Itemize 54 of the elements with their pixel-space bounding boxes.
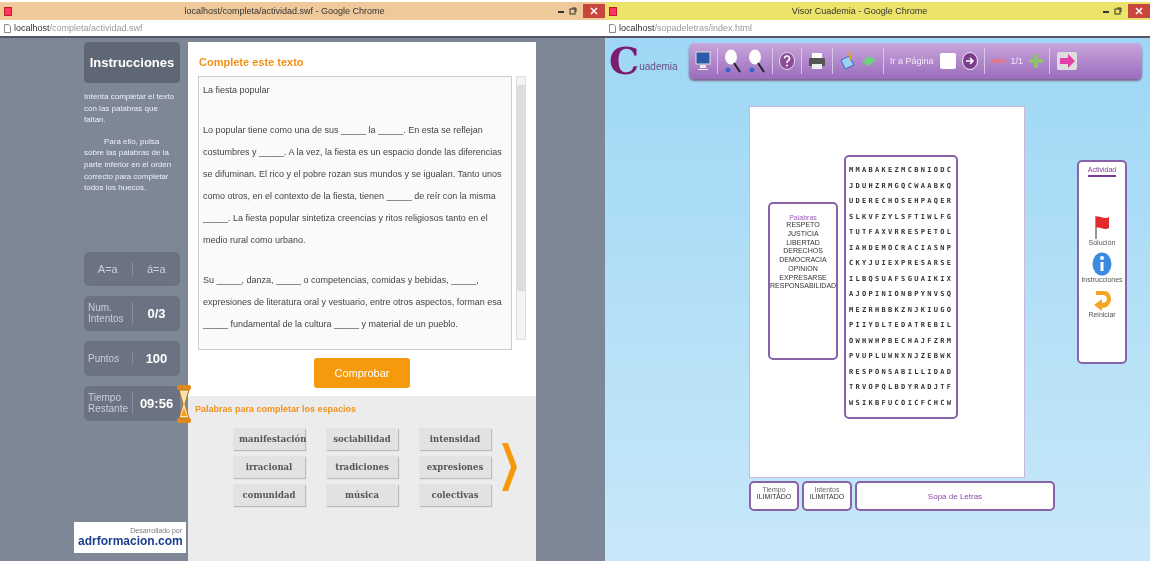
word-chip[interactable]: música — [326, 484, 398, 506]
word-chip[interactable]: manifestación — [233, 428, 305, 450]
url-text[interactable]: localhost/sopadeletras/index.html — [619, 23, 753, 33]
activity-title: Sopa de Letras — [855, 481, 1055, 511]
url-text[interactable]: localhost/completa/actividad.swf — [14, 23, 143, 33]
stat-value: 09:56 — [138, 395, 175, 411]
stat-value: 100 — [144, 350, 169, 366]
word-chip[interactable]: comunidad — [233, 484, 305, 506]
paint-icon[interactable] — [839, 52, 855, 70]
close-icon[interactable] — [1128, 4, 1150, 18]
paragraph: Lo popular tiene como una de sus _____ la _____. En esta se reflejan costumbres y _____. A la vez, la fiesta es un espacio donde las diferencias se difuminan. El rico y el pobre rozan sus mundos y se igualan. Tanto unos como otros, en el contexto de la fiesta, tienen _____ de reír con la misma _____. La fiesta popular sintetiza creencias y ritos religiosos tanto en el medio rural como urbano. — [203, 124, 503, 247]
scrollbar[interactable] — [516, 76, 526, 340]
word-chip[interactable]: irracional — [233, 456, 305, 478]
brand-name: adrformacion.com — [78, 534, 182, 548]
window-title: Visor Cuademia - Google Chrome — [790, 6, 929, 16]
instructions-text: Intenta completar el texto con las palabras que faltan. — [84, 91, 175, 126]
info-icon — [1092, 252, 1112, 276]
close-icon[interactable] — [583, 4, 605, 18]
instructions-heading: Instrucciones — [84, 42, 180, 83]
page-icon — [609, 23, 616, 33]
word-chip[interactable]: tradiciones — [326, 456, 398, 478]
word-chip[interactable]: colectivas — [419, 484, 491, 506]
window-title: localhost/completa/actividad.swf - Google Chrome — [183, 6, 386, 16]
help-icon[interactable] — [779, 52, 795, 70]
stat-label: Puntos — [84, 352, 133, 364]
app-icon — [609, 6, 617, 16]
instructions-text: Para ello, pulsa sobre las palabras de la parte inferior en el orden correcto para completar todos los huecos. — [84, 135, 173, 194]
undo-arrow-icon — [1092, 289, 1112, 311]
stat-label: Num. Intentos — [84, 302, 133, 325]
go-to-page-label: Ir a Página — [890, 56, 934, 66]
monitor-icon[interactable] — [695, 51, 711, 71]
word-chip[interactable]: intensidad — [419, 428, 491, 450]
app-icon — [4, 6, 12, 16]
word-bank-heading: Palabras para completar los espacios — [195, 404, 358, 414]
restore-icon[interactable] — [569, 7, 577, 15]
scrollbar-thumb[interactable] — [517, 85, 525, 291]
stat-label: Tiempo Restante — [84, 392, 133, 415]
logo: C uademia — [609, 42, 679, 80]
word-chip[interactable]: sociabilidad — [326, 428, 398, 450]
stat-value: 0/3 — [146, 305, 167, 321]
text-area[interactable] — [198, 76, 512, 350]
page-count: 1/1 — [1010, 56, 1024, 66]
panel-heading: Complete este texto — [198, 55, 305, 70]
zoom-out-icon[interactable] — [748, 49, 766, 73]
page-icon — [4, 23, 11, 33]
printer-icon[interactable] — [808, 52, 826, 70]
hourglass-icon — [176, 383, 192, 424]
restore-icon[interactable] — [1114, 7, 1122, 15]
page-number-field[interactable] — [939, 53, 956, 69]
paragraph: La fiesta popular — [203, 84, 271, 97]
flag-icon — [1094, 215, 1110, 239]
word-chip[interactable]: expresiones — [419, 456, 491, 478]
paragraph: Su _____, danza, _____ o competencias, comidas y bebidas, _____, expresiones de literatura oral y vestuario, entre otros aspectos, forman esa _____ fundamental de la cultura _____ y material de un pueblo. — [203, 274, 503, 331]
zoom-in-icon[interactable] — [724, 49, 742, 73]
